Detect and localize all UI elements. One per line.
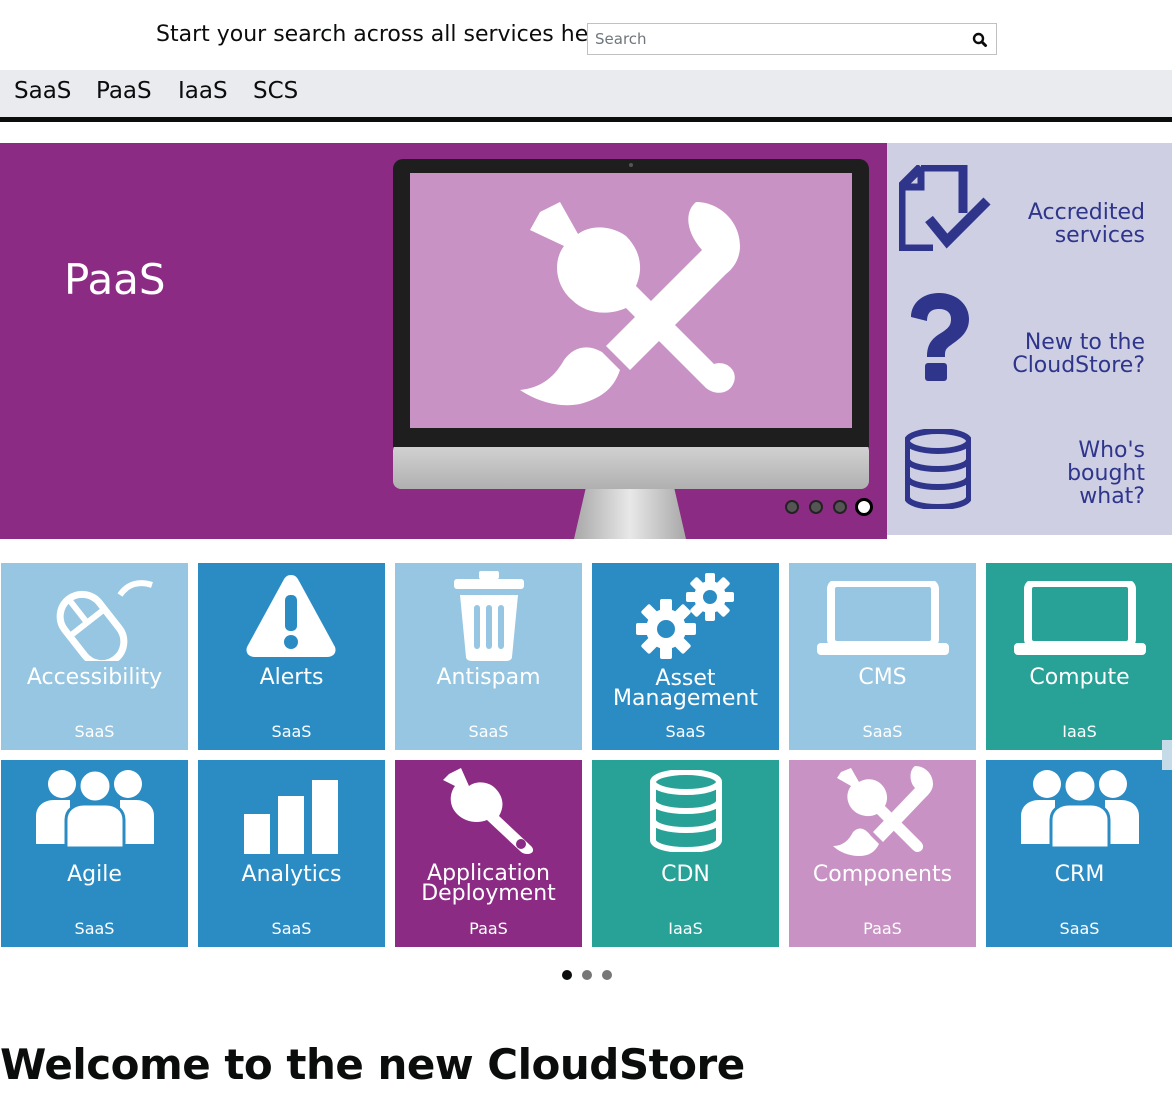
search-box[interactable] (587, 23, 997, 55)
tile-cdn[interactable]: CDN IaaS (592, 760, 779, 947)
tile-pager-dot-1[interactable] (562, 970, 572, 980)
database-icon (650, 770, 722, 852)
nav-item-paas[interactable]: PaaS (96, 78, 152, 104)
tile-category: SaaS (665, 722, 706, 741)
hero-dot-3[interactable] (833, 500, 847, 514)
tile-accessibility[interactable]: Accessibility SaaS (1, 563, 188, 750)
tile-name: Application Deployment (421, 861, 556, 906)
search-prompt: Start your search across all services he… (156, 22, 611, 47)
tile-asset-management[interactable]: Asset Management SaaS (592, 563, 779, 750)
tile-name: CRM (1054, 862, 1105, 887)
nav-item-scs[interactable]: SCS (253, 78, 298, 104)
database-icon (905, 429, 971, 509)
nav-item-saas[interactable]: SaaS (14, 78, 71, 104)
tile-category: SaaS (74, 919, 115, 938)
main-nav: SaaS PaaS IaaS SCS (0, 70, 1172, 118)
tile-name: CDN (661, 862, 710, 887)
tile-components[interactable]: Components PaaS (789, 760, 976, 947)
side-link-new-to-cloudstore[interactable]: New to the CloudStore? (887, 271, 1172, 399)
search-icon[interactable] (970, 30, 990, 50)
tile-category: SaaS (468, 722, 509, 741)
tile-antispam[interactable]: Antispam SaaS (395, 563, 582, 750)
side-link-whos-bought-what[interactable]: Who's bought what? (887, 399, 1172, 527)
warning-icon (246, 575, 336, 657)
side-link-label: Accredited services (1027, 200, 1145, 248)
hero-dot-4[interactable] (855, 498, 873, 516)
side-links-panel: Accredited services New to the CloudStor… (887, 143, 1172, 535)
tile-name: Accessibility (26, 665, 163, 690)
tile-scroll-handle[interactable] (1162, 740, 1172, 770)
tile-category: PaaS (863, 919, 902, 938)
monitor-illustration (393, 159, 869, 539)
tile-name: Alerts (259, 665, 324, 690)
search-input[interactable] (588, 24, 958, 54)
laptop-icon (1014, 581, 1146, 655)
hero-dot-2[interactable] (809, 500, 823, 514)
side-link-label: Who's bought what? (1067, 438, 1145, 509)
side-link-accredited-services[interactable]: Accredited services (887, 143, 1172, 271)
tile-pager-dot-3[interactable] (602, 970, 612, 980)
trash-icon (454, 571, 524, 661)
question-mark-icon (911, 293, 969, 381)
people-icon (36, 768, 154, 848)
tile-pager-dot-2[interactable] (582, 970, 592, 980)
tile-alerts[interactable]: Alerts SaaS (198, 563, 385, 750)
hero-carousel[interactable]: PaaS (0, 143, 887, 539)
tile-category: SaaS (862, 722, 903, 741)
tile-category: SaaS (1059, 919, 1100, 938)
tile-category: IaaS (1062, 722, 1097, 741)
tile-name: CMS (858, 665, 907, 690)
tile-name: Components (812, 862, 953, 887)
tile-category: PaaS (469, 919, 508, 938)
search-row: Start your search across all services he… (0, 0, 1172, 70)
side-link-label: New to the CloudStore? (1012, 330, 1145, 378)
wrench-and-brush-icon (833, 766, 933, 856)
people-icon (1021, 768, 1139, 848)
tile-name: Asset Management (613, 666, 758, 711)
hero-title: PaaS (64, 255, 166, 304)
tile-category: SaaS (271, 722, 312, 741)
tile-category: IaaS (668, 919, 703, 938)
tile-name: Agile (67, 862, 122, 887)
tile-category: SaaS (271, 919, 312, 938)
document-check-icon (899, 165, 991, 251)
tile-application-deployment[interactable]: Application Deployment PaaS (395, 760, 582, 947)
tile-name: Antispam (436, 665, 541, 690)
tile-name: Analytics (241, 862, 342, 887)
tile-compute[interactable]: Compute IaaS (986, 563, 1172, 750)
tile-cms[interactable]: CMS SaaS (789, 563, 976, 750)
tile-category: SaaS (74, 722, 115, 741)
nav-item-iaas[interactable]: IaaS (178, 78, 228, 104)
laptop-icon (817, 581, 949, 655)
gears-icon (636, 573, 734, 659)
hero-dot-1[interactable] (785, 500, 799, 514)
tile-name: Compute (1029, 665, 1130, 690)
wrench-icon (443, 768, 534, 854)
tile-analytics[interactable]: Analytics SaaS (198, 760, 385, 947)
mouse-icon (56, 580, 153, 661)
tile-agile[interactable]: Agile SaaS (1, 760, 188, 947)
tile-crm[interactable]: CRM SaaS (986, 760, 1172, 947)
bar-chart-icon (244, 780, 338, 854)
welcome-heading: Welcome to the new CloudStore (0, 1040, 745, 1089)
nav-divider (0, 117, 1172, 122)
